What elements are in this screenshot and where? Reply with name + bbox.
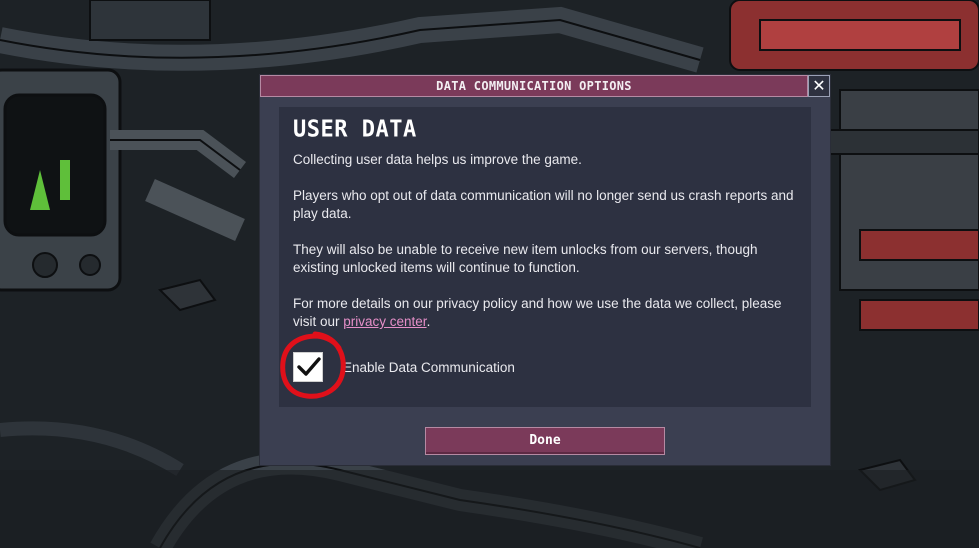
data-communication-dialog: DATA COMMUNICATION OPTIONS ✕ USER DATA C…	[260, 75, 830, 465]
done-button[interactable]: Done	[425, 427, 665, 455]
user-data-panel: USER DATA Collecting user data helps us …	[279, 107, 811, 407]
checkmark-icon	[297, 357, 321, 376]
enable-data-label: Enable Data Communication	[343, 360, 515, 375]
section-heading: USER DATA	[293, 116, 417, 143]
close-icon: ✕	[812, 76, 826, 95]
info-paragraph-4: For more details on our privacy policy a…	[293, 295, 803, 331]
dialog-title: DATA COMMUNICATION OPTIONS	[260, 75, 808, 97]
privacy-text-end: .	[426, 314, 431, 329]
info-paragraph-1: Collecting user data helps us improve th…	[293, 152, 582, 167]
info-paragraph-3: They will also be unable to receive new …	[293, 242, 758, 275]
enable-data-checkbox[interactable]	[293, 352, 323, 382]
privacy-center-link[interactable]: privacy center	[343, 314, 426, 329]
info-paragraph-2: Players who opt out of data communicatio…	[293, 188, 794, 221]
close-button[interactable]: ✕	[808, 75, 830, 97]
